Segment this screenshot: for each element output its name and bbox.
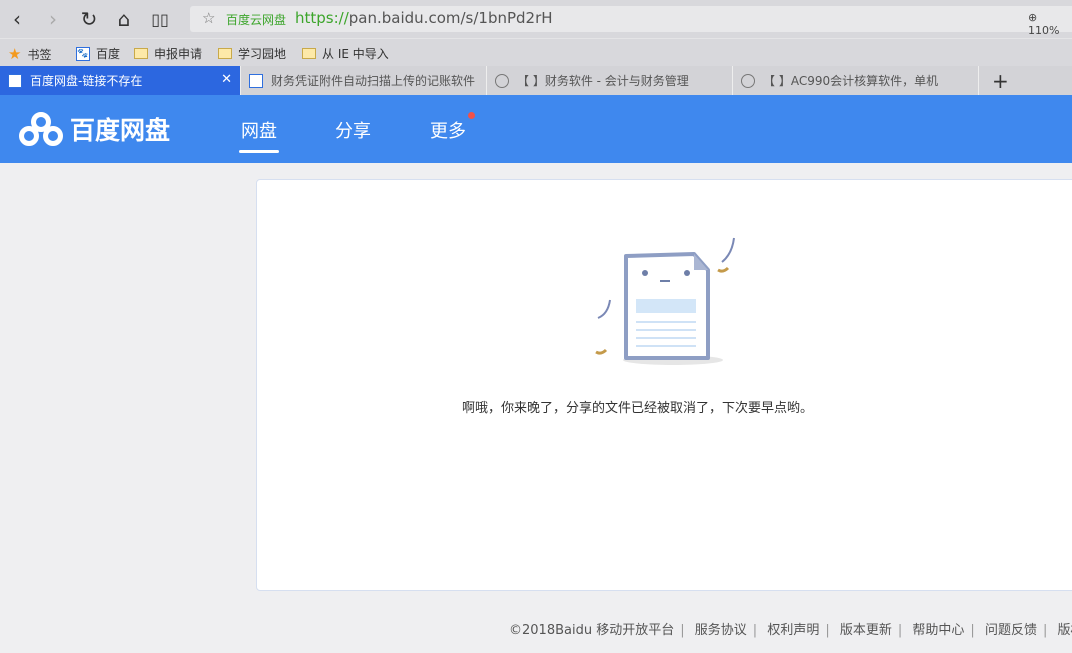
nav-more[interactable]: 更多 <box>430 117 466 143</box>
bookmark-label: 书签 <box>27 47 52 62</box>
reload-button[interactable]: ↻ <box>76 6 102 32</box>
reader-button[interactable]: ▯▯ <box>147 6 173 32</box>
back-button[interactable]: ‹ <box>4 6 30 32</box>
globe-icon <box>741 73 755 88</box>
tab-title: 百度网盘-链接不存在 <box>30 74 143 88</box>
home-button[interactable]: ⌂ <box>111 6 137 32</box>
bookmark-label: 学习园地 <box>238 47 287 61</box>
browser-toolbar: ‹ › ↻ ⌂ ▯▯ ☆ 百度云网盘 https://pan.baidu.com… <box>0 0 1072 38</box>
bookmark-folder[interactable]: 学习园地 <box>218 45 286 62</box>
tab[interactable]: 【 】财务软件 - 会计与财务管理 <box>487 66 733 95</box>
footer-link[interactable]: 版权投诉 <box>1058 623 1072 638</box>
url-scheme: https:// <box>295 9 349 27</box>
site-name: 百度云网盘 <box>226 13 287 27</box>
baidu-paw-icon: 🐾 <box>76 46 90 61</box>
tab-strip: 百度网盘-链接不存在 ✕ 财务凭证附件自动扫描上传的记账软件 【 】财务软件 - … <box>0 66 1072 95</box>
footer-link[interactable]: 版本更新 <box>840 623 892 638</box>
tab-active[interactable]: 百度网盘-链接不存在 ✕ <box>0 66 241 95</box>
close-icon[interactable]: ✕ <box>221 72 232 87</box>
folder-icon <box>134 48 148 59</box>
cloud-logo-icon <box>19 112 63 146</box>
site-header: 百度网盘 网盘 分享 更多 <box>0 95 1072 163</box>
folder-icon <box>302 48 316 59</box>
nav-netdisk[interactable]: 网盘 <box>239 117 279 153</box>
url-text[interactable]: https://pan.baidu.com/s/1bnPd2rH <box>295 9 553 27</box>
footer-link[interactable]: 问题反馈 <box>985 623 1037 638</box>
bookmark-folder[interactable]: 申报申请 <box>134 45 202 62</box>
footer: ©2018Baidu 移动开放平台 | 服务协议 | 权利声明 | 版本更新 | 帮助中… <box>509 619 1072 638</box>
nav-share[interactable]: 分享 <box>335 117 371 143</box>
bookmarks-bar: ★ 书签 🐾 百度 申报申请 学习园地 从 IE 中导入 <box>0 38 1072 66</box>
bookmark-label: 百度 <box>96 47 121 61</box>
folder-icon <box>218 48 232 59</box>
zoom-level[interactable]: ⊕ 110% <box>1028 11 1072 37</box>
url-path: pan.baidu.com/s/1bnPd2rH <box>348 9 553 27</box>
forward-button[interactable]: › <box>40 6 66 32</box>
tab[interactable]: 【 】AC990会计核算软件，单机 <box>733 66 979 95</box>
baidu-paw-icon <box>249 73 263 88</box>
star-icon: ★ <box>8 45 22 63</box>
zoom-value: 110% <box>1028 24 1060 37</box>
bookmark-label: 申报申请 <box>154 47 203 61</box>
empty-file-illustration <box>595 237 735 365</box>
globe-icon <box>495 73 509 88</box>
link-expired-message: 啊哦，你来晚了，分享的文件已经被取消了，下次要早点哟。 <box>462 401 814 416</box>
tab-title: 【 】财务软件 - 会计与财务管理 <box>517 74 689 88</box>
bookmarks-menu[interactable]: ★ 书签 <box>8 45 51 63</box>
bookmark-baidu[interactable]: 🐾 百度 <box>76 45 120 62</box>
copyright: ©2018Baidu <box>509 623 593 638</box>
baidu-pan-icon <box>8 73 22 88</box>
bookmark-label: 从 IE 中导入 <box>322 47 389 61</box>
tab[interactable]: 财务凭证附件自动扫描上传的记账软件 <box>241 66 487 95</box>
new-tab-button[interactable]: + <box>984 66 1014 95</box>
tab-title: 财务凭证附件自动扫描上传的记账软件 <box>271 74 476 88</box>
logo-text: 百度网盘 <box>70 116 171 145</box>
footer-link[interactable]: 帮助中心 <box>912 623 964 638</box>
footer-link[interactable]: 服务协议 <box>695 623 747 638</box>
notification-dot <box>468 112 475 119</box>
footer-link[interactable]: 权利声明 <box>767 623 819 638</box>
address-bar[interactable]: ☆ 百度云网盘 https://pan.baidu.com/s/1bnPd2rH <box>190 6 1072 32</box>
bookmark-folder[interactable]: 从 IE 中导入 <box>302 45 389 62</box>
tab-title: 【 】AC990会计核算软件，单机 <box>763 74 939 88</box>
baidu-pan-logo[interactable]: 百度网盘 <box>18 111 170 147</box>
bookmark-star-icon[interactable]: ☆ <box>202 9 215 27</box>
footer-link[interactable]: 移动开放平台 <box>596 623 674 638</box>
